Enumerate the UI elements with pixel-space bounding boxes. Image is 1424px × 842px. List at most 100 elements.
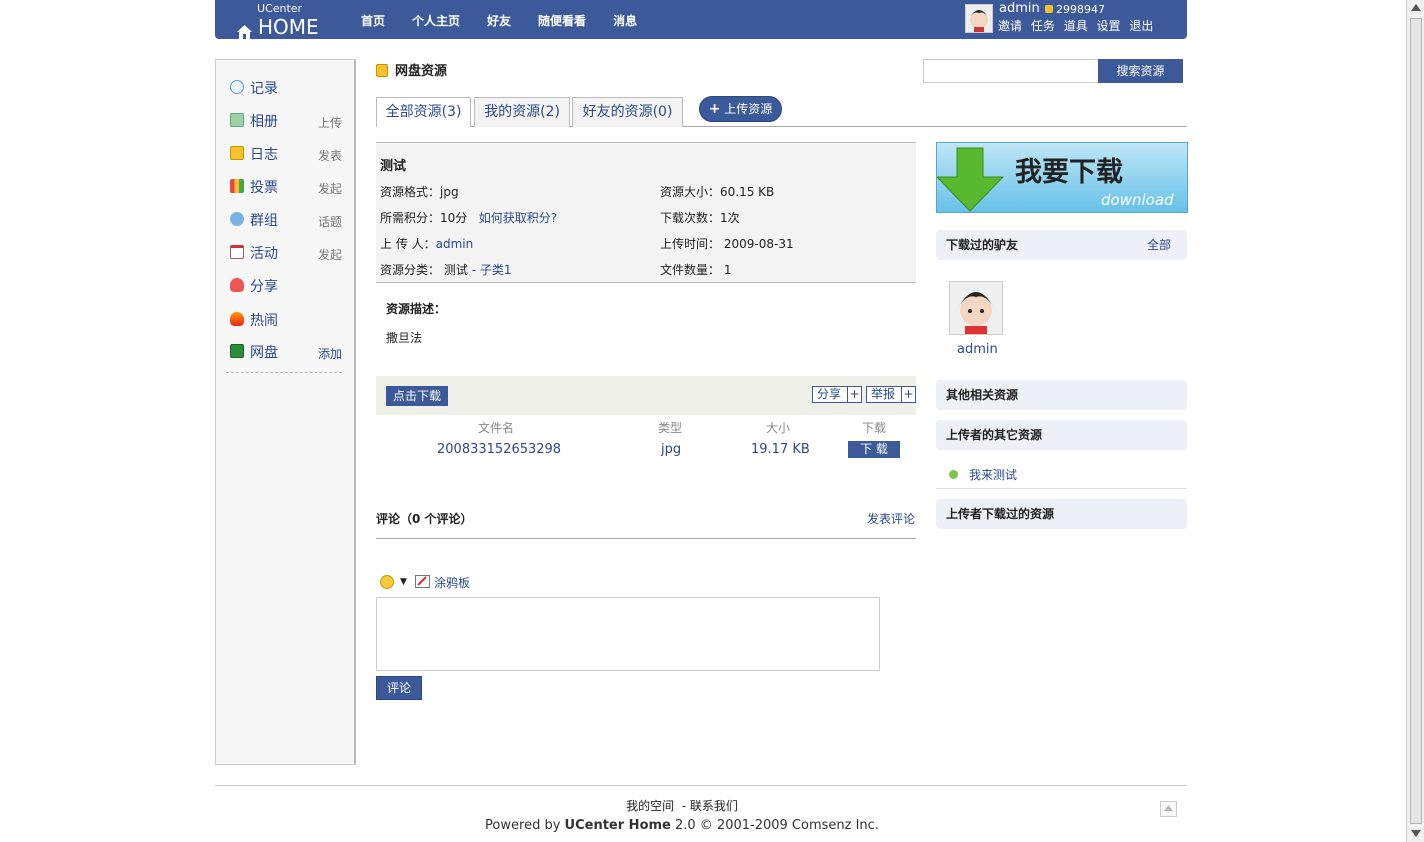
sidebar-action-add[interactable]: 添加 — [318, 345, 342, 362]
size-value: 60.15 KB — [720, 185, 775, 199]
uploader-label: 上 传 人： — [380, 237, 436, 251]
subcategory-link[interactable]: - 子类1 — [472, 263, 512, 277]
my-space-link[interactable]: 我的空间 — [626, 799, 674, 813]
sidebar-item-album[interactable]: 相册 上传 — [230, 110, 342, 130]
download-arrow-icon: 我要下载 download — [935, 147, 1174, 212]
search-button[interactable]: 搜索资源 — [1098, 59, 1183, 83]
column-header-size: 大小 — [766, 421, 791, 435]
sidebar-item-records[interactable]: 记录 — [230, 77, 342, 97]
scroll-up-arrow-icon[interactable] — [1411, 4, 1421, 11]
doodle-board-icon[interactable] — [415, 575, 430, 588]
props-link[interactable]: 道具 — [1064, 19, 1088, 33]
all-friends-link[interactable]: 全部 — [1147, 230, 1171, 260]
nav-messages[interactable]: 消息 — [613, 12, 637, 29]
chevron-down-icon[interactable]: ▼ — [400, 577, 407, 587]
coin-icon — [1045, 5, 1053, 13]
points-row: 所需积分：10分 如何获取积分? — [380, 209, 557, 226]
file-name-link[interactable]: 200833152653298 — [437, 442, 561, 457]
main-nav: 首页 个人主页 好友 随便看看 消息 — [361, 12, 664, 29]
sidebar-item-share[interactable]: 分享 — [230, 275, 342, 295]
friend-avatar[interactable] — [949, 281, 1003, 335]
friend-name-link[interactable]: admin — [957, 342, 998, 357]
upload-label: 上传资源 — [724, 102, 773, 116]
divider — [936, 488, 1187, 489]
downloaded-friends-title: 下载过的驴友 — [946, 238, 1019, 252]
upload-time-value: 2009-08-31 — [723, 237, 794, 251]
bullet-icon — [949, 470, 958, 479]
tab-my-resources[interactable]: 我的资源(2) — [474, 97, 570, 127]
column-header-type: 类型 — [658, 421, 683, 435]
credits: 2998947 — [1045, 3, 1105, 16]
post-comment-link[interactable]: 发表评论 — [867, 510, 915, 527]
scroll-down-arrow-icon[interactable] — [1411, 830, 1421, 837]
column-header-filename: 文件名 — [478, 421, 515, 435]
file-count-label: 文件数量： — [660, 263, 721, 277]
file-download-button[interactable]: 下 载 — [848, 441, 900, 458]
user-avatar[interactable] — [965, 4, 993, 33]
nav-home[interactable]: 首页 — [361, 12, 385, 29]
notebook-icon — [230, 146, 244, 160]
report-button[interactable]: 举报 + — [866, 386, 916, 403]
settings-link[interactable]: 设置 — [1097, 19, 1121, 33]
other-resource-link[interactable]: 我来测试 — [969, 466, 1017, 483]
comment-textarea[interactable] — [376, 597, 880, 671]
sidebar-action-start-poll[interactable]: 发起 — [318, 180, 342, 197]
nav-friends[interactable]: 好友 — [487, 12, 511, 29]
sidebar-action-start-event[interactable]: 发起 — [318, 246, 342, 263]
sidebar-action-topic[interactable]: 话题 — [318, 213, 342, 230]
left-sidebar: 记录 相册 上传 日志 发表 投票 发起 群组 话题 活动 发起 分享 热闹 网… — [215, 59, 356, 765]
smiley-icon[interactable] — [380, 575, 394, 589]
file-size: 19.17 KB — [751, 442, 810, 457]
tab-friends-resources[interactable]: 好友的资源(0) — [572, 97, 683, 127]
plus-icon: + — [901, 387, 915, 402]
tasks-link[interactable]: 任务 — [1031, 19, 1055, 33]
sidebar-item-netdisk[interactable]: 网盘 添加 — [230, 341, 342, 361]
file-type: jpg — [661, 442, 682, 457]
sidebar-item-hot[interactable]: 热闹 — [230, 309, 342, 329]
vertical-scrollbar[interactable] — [1406, 0, 1424, 842]
upload-resource-button[interactable]: + 上传资源 — [699, 96, 782, 122]
category-row: 资源分类： 测试 - 子类1 — [380, 261, 511, 278]
nav-profile[interactable]: 个人主页 — [412, 12, 460, 29]
sidebar-item-label: 日志 — [250, 147, 278, 163]
uploader-downloaded-header: 上传者下载过的资源 — [936, 499, 1187, 529]
share-button[interactable]: 分享 + — [812, 386, 862, 403]
comment-submit-button[interactable]: 评论 — [376, 676, 422, 700]
product-name[interactable]: UCenter Home — [565, 818, 671, 833]
invite-link[interactable]: 邀请 — [998, 19, 1022, 33]
logo-main: HOME — [237, 15, 319, 39]
sidebar-item-poll[interactable]: 投票 发起 — [230, 176, 342, 196]
scrollbar-thumb[interactable] — [1410, 18, 1422, 824]
uploader-link[interactable]: admin — [436, 237, 474, 251]
username[interactable]: admin — [999, 1, 1040, 16]
click-download-button[interactable]: 点击下载 — [386, 386, 448, 406]
how-to-get-points-link[interactable]: 如何获取积分? — [479, 211, 557, 225]
credits-value: 2998947 — [1056, 3, 1105, 16]
sidebar-item-events[interactable]: 活动 发起 — [230, 242, 342, 262]
file-count-value: 1 — [723, 263, 732, 277]
page-title: 网盘资源 — [376, 60, 447, 79]
tab-all-resources[interactable]: 全部资源(3) — [376, 97, 471, 127]
sidebar-item-label: 分享 — [250, 279, 278, 295]
top-navigation-bar: UCenter HOME 首页 个人主页 好友 随便看看 消息 admin 29… — [215, 0, 1187, 39]
logo-main-text: HOME — [258, 15, 319, 39]
sidebar-action-post[interactable]: 发表 — [318, 147, 342, 164]
hearts-icon — [230, 278, 244, 292]
search-input[interactable] — [923, 59, 1099, 83]
download-banner[interactable]: 我要下载 download — [935, 142, 1188, 213]
doodle-board-link[interactable]: 涂鸦板 — [434, 574, 470, 591]
download-bar: 点击下载 分享 + 举报 + — [376, 376, 916, 415]
back-to-top-icon[interactable] — [1160, 801, 1177, 817]
sidebar-item-blog[interactable]: 日志 发表 — [230, 143, 342, 163]
contact-us-link[interactable]: - 联系我们 — [682, 799, 738, 813]
format-value: jpg — [440, 185, 459, 199]
comments-heading: 评论（0 个评论） — [376, 512, 473, 526]
upload-time-label: 上传时间： — [660, 237, 721, 251]
nav-explore[interactable]: 随便看看 — [538, 12, 586, 29]
logout-link[interactable]: 退出 — [1129, 19, 1153, 33]
related-resources-header: 其他相关资源 — [936, 380, 1187, 410]
sidebar-item-label: 热闹 — [250, 313, 278, 329]
sidebar-item-groups[interactable]: 群组 话题 — [230, 209, 342, 229]
downloads-row: 下载次数：1次 — [660, 209, 740, 226]
sidebar-action-upload[interactable]: 上传 — [318, 114, 342, 131]
